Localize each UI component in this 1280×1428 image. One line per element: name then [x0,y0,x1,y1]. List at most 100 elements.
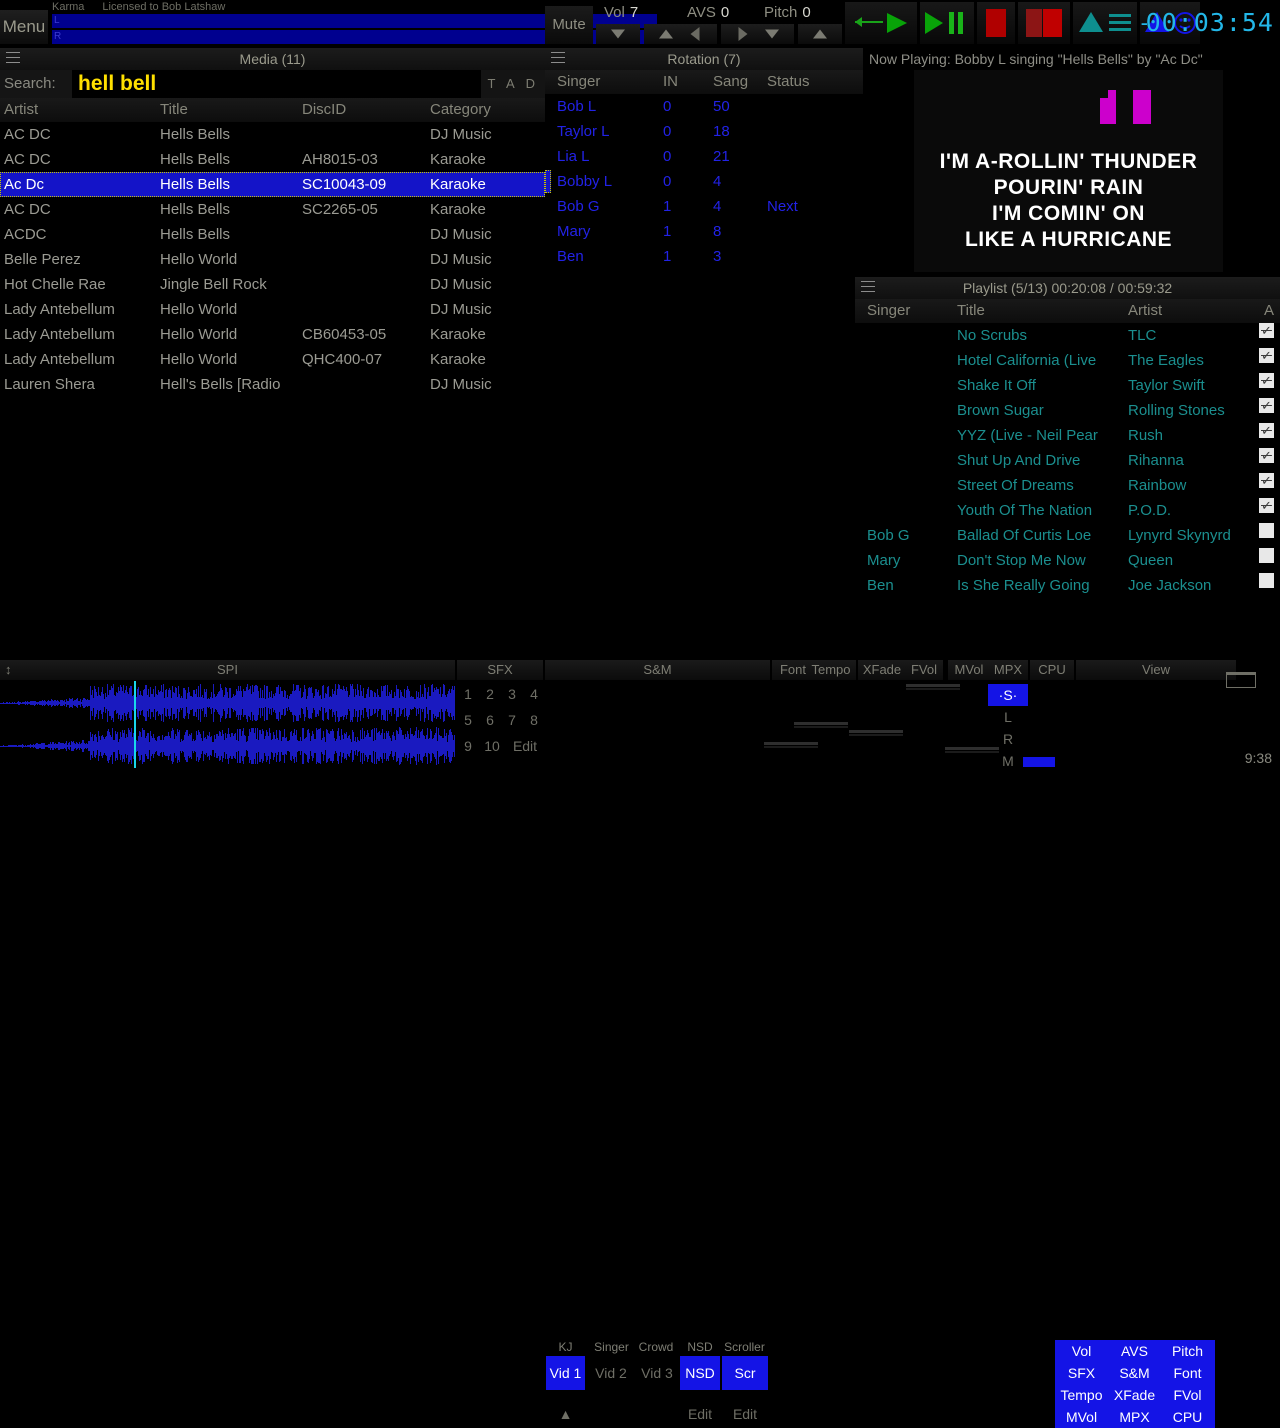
sfx-button-5[interactable]: 5 [457,708,479,732]
row-checkbox[interactable] [1259,573,1274,588]
sfx-button-4[interactable]: 4 [523,682,545,706]
pitch-up-button[interactable] [798,24,842,44]
view-button-pitch[interactable]: Pitch [1161,1340,1214,1362]
table-row[interactable]: BenIs She Really GoingJoe Jackson [855,573,1280,598]
sm-edit-button-1[interactable]: Edit [722,1402,768,1426]
view-button-mvol[interactable]: MVol [1055,1406,1108,1428]
table-row[interactable]: ACDCHells BellsDJ Music [0,222,545,247]
sfx-button-10[interactable]: 10 [479,734,505,758]
mute-button[interactable]: Mute [545,6,593,44]
sm-video-button-vid2[interactable]: Vid 2 [588,1356,634,1390]
row-checkbox[interactable]: ✓ [1259,423,1274,438]
table-row[interactable]: Ac DcHells BellsSC10043-09Karaoke [0,172,545,197]
table-row[interactable]: Bob L050 [545,94,863,119]
column-artist[interactable]: Artist [1128,299,1162,323]
table-row[interactable]: Bob G14Next [545,194,863,219]
mpx-option-m[interactable]: M [988,750,1028,772]
table-row[interactable]: Bob GBallad Of Curtis LoeLynyrd Skynyrd [855,523,1280,548]
mpx-option-l[interactable]: L [988,706,1028,728]
play-pause-button[interactable] [920,2,974,44]
table-row[interactable]: Belle PerezHello WorldDJ Music [0,247,545,272]
table-row[interactable]: Bobby L04 [545,169,863,194]
view-button-sfx[interactable]: SFX [1055,1362,1108,1384]
table-row[interactable]: No ScrubsTLC✓ [855,323,1280,348]
table-row[interactable]: Lady AntebellumHello WorldCB60453-05Kara… [0,322,545,347]
table-row[interactable]: Lady AntebellumHello WorldDJ Music [0,297,545,322]
avs-left-button[interactable] [673,24,717,44]
restart-button[interactable] [845,2,917,44]
waveform-display[interactable] [0,681,455,768]
table-row[interactable]: Taylor L018 [545,119,863,144]
sm-video-button-vid1[interactable]: Vid 1 [546,1356,585,1390]
view-button-mpx[interactable]: MPX [1108,1406,1161,1428]
table-row[interactable]: Hot Chelle RaeJingle Bell RockDJ Music [0,272,545,297]
table-row[interactable]: YYZ (Live - Neil PearRush✓ [855,423,1280,448]
column-status[interactable]: Status [767,70,810,94]
sm-edit-button-0[interactable]: Edit [680,1402,720,1426]
view-button-xfade[interactable]: XFade [1108,1384,1161,1406]
sfx-button-edit[interactable]: Edit [505,734,545,758]
rotation-menu-icon[interactable] [551,52,565,65]
column-singer[interactable]: Singer [867,299,910,323]
view-button-font[interactable]: Font [1161,1362,1214,1384]
table-row[interactable]: Lady AntebellumHello WorldQHC400-07Karao… [0,347,545,372]
window-restore-icon[interactable] [1226,672,1256,688]
sfx-button-8[interactable]: 8 [523,708,545,732]
table-row[interactable]: Hotel California (LiveThe Eagles✓ [855,348,1280,373]
column-title[interactable]: Title [160,98,188,122]
view-button-cpu[interactable]: CPU [1161,1406,1214,1428]
row-checkbox[interactable]: ✓ [1259,498,1274,513]
sfx-button-6[interactable]: 6 [479,708,501,732]
rotation-panel-header[interactable]: Rotation (7) [545,48,863,70]
row-checkbox[interactable] [1259,548,1274,563]
playlist-panel-header[interactable]: Playlist (5/13) 00:20:08 / 00:59:32 [855,277,1280,299]
view-button-tempo[interactable]: Tempo [1055,1384,1108,1406]
menu-button[interactable]: Menu [0,10,48,44]
media-menu-icon[interactable] [6,52,20,65]
table-row[interactable]: MaryDon't Stop Me NowQueen [855,548,1280,573]
sm-video-button-vid3[interactable]: Vid 3 [634,1356,680,1390]
view-button-sm[interactable]: S&M [1108,1362,1161,1384]
mpx-option-s[interactable]: ·S· [988,684,1028,706]
sm-nsd-button-scr[interactable]: Scr [722,1356,768,1390]
table-row[interactable]: Lauren SheraHell's Bells [RadioDJ Music [0,372,545,397]
column-title[interactable]: Title [957,299,985,323]
table-row[interactable]: AC DCHells BellsSC2265-05Karaoke [0,197,545,222]
table-row[interactable]: Ben13 [545,244,863,269]
triangle-up-icon[interactable]: ▲ [546,1402,585,1426]
table-row[interactable]: AC DCHells BellsDJ Music [0,122,545,147]
table-row[interactable]: Brown SugarRolling Stones✓ [855,398,1280,423]
column-sang[interactable]: Sang [713,70,748,94]
sfx-button-3[interactable]: 3 [501,682,523,706]
column-artist[interactable]: Artist [4,98,38,122]
sfx-button-1[interactable]: 1 [457,682,479,706]
vertical-resize-icon[interactable]: ↕ [5,663,12,677]
playlist-menu-icon[interactable] [861,281,875,294]
row-checkbox[interactable]: ✓ [1259,473,1274,488]
table-row[interactable]: Mary18 [545,219,863,244]
stop-all-button[interactable] [1018,2,1070,44]
search-filter-buttons[interactable]: T A D [481,70,545,98]
column-in[interactable]: IN [663,70,678,94]
table-row[interactable]: Shut Up And DriveRihanna✓ [855,448,1280,473]
row-checkbox[interactable]: ✓ [1259,323,1274,338]
pitch-down-button[interactable] [750,24,794,44]
media-panel-header[interactable]: Media (11) [0,48,545,70]
table-row[interactable]: Lia L021 [545,144,863,169]
row-checkbox[interactable]: ✓ [1259,448,1274,463]
karaoke-video-display[interactable]: I'M A-ROLLIN' THUNDERPOURIN' RAINI'M COM… [914,70,1223,272]
row-checkbox[interactable] [1259,523,1274,538]
column-a[interactable]: A [1264,299,1274,323]
column-discid[interactable]: DiscID [302,98,346,122]
view-button-avs[interactable]: AVS [1108,1340,1161,1362]
row-checkbox[interactable]: ✓ [1259,348,1274,363]
stop-button[interactable] [977,2,1015,44]
mpx-option-r[interactable]: R [988,728,1028,750]
sfx-button-7[interactable]: 7 [501,708,523,732]
view-button-vol[interactable]: Vol [1055,1340,1108,1362]
table-row[interactable]: Shake It OffTaylor Swift✓ [855,373,1280,398]
column-singer[interactable]: Singer [557,70,600,94]
view-button-fvol[interactable]: FVol [1161,1384,1214,1406]
table-row[interactable]: Street Of DreamsRainbow✓ [855,473,1280,498]
table-row[interactable]: AC DCHells BellsAH8015-03Karaoke [0,147,545,172]
